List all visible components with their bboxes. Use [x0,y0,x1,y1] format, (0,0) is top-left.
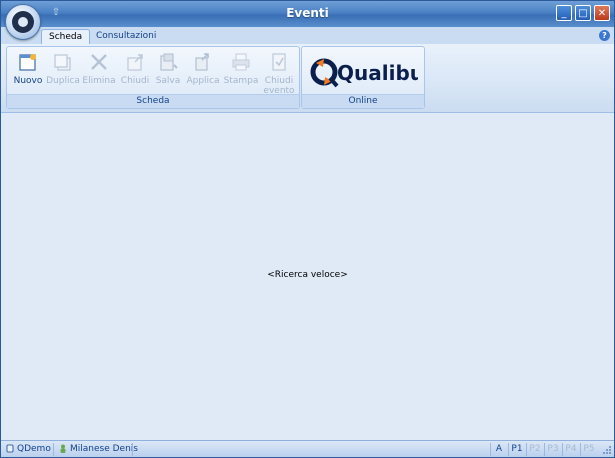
save-button[interactable]: Salva [150,51,186,86]
online-group-label: Online [302,94,424,108]
maximize-button[interactable]: □ [575,5,591,21]
indicator-a[interactable]: A [490,443,507,456]
close-event-icon [272,53,286,71]
apply-button[interactable]: Applica [185,51,221,86]
window-title: Eventi [286,6,329,20]
scheda-group: Nuovo Duplica Elimina Chiudi Salva Appli… [6,46,300,109]
duplicate-button[interactable]: Duplica [45,51,81,86]
close-record-button-label: Chiudi [120,76,150,86]
status-separator [53,443,54,456]
indicator-p1[interactable]: P1 [508,443,525,456]
company-status-item[interactable]: QDemo [6,443,51,456]
user-icon [60,444,66,453]
close-event-button-label: Chiudi evento [261,76,297,96]
apply-button-label: Applica [186,76,220,86]
new-document-icon [19,54,36,71]
ribbon-tab-strip: Scheda Consultazioni ? [1,27,614,44]
close-record-button[interactable]: Chiudi [117,51,153,86]
database-icon [6,444,14,453]
close-event-button[interactable]: Chiudi evento [261,51,297,96]
indicator-p4[interactable]: P4 [562,443,579,456]
qualibus-logo[interactable]: Qualibus [310,57,418,89]
tab-consultazioni[interactable]: Consultazioni [89,29,163,44]
ribbon: Nuovo Duplica Elimina Chiudi Salva Appli… [1,44,614,113]
indicator-p5[interactable]: P5 [580,443,597,456]
indicator-p3[interactable]: P3 [544,443,561,456]
save-button-label: Salva [155,76,181,86]
apply-icon [195,53,209,71]
help-icon[interactable]: ? [599,30,610,41]
minimize-button[interactable]: _ [556,5,572,21]
close-event-label-line1: Chiudi [264,76,294,86]
printer-icon [232,53,250,71]
new-button-label: Nuovo [13,76,43,86]
user-status-item[interactable]: Milanese Denis [59,443,138,456]
new-button[interactable]: Nuovo [10,51,46,86]
print-button-label: Stampa [223,76,259,86]
tab-scheda[interactable]: Scheda [41,29,91,44]
main-content-area[interactable]: <Ricerca veloce> [1,113,614,439]
app-logo-icon [12,11,34,33]
status-separator [132,443,133,456]
company-name: QDemo [17,444,51,454]
status-bar: QDemo Milanese Denis A P1 P2 P3 P4 P5 [1,440,614,457]
application-window: ⇧ Eventi _ □ ✕ Scheda Consultazioni ? Nu… [0,0,615,458]
quick-search-placeholder[interactable]: <Ricerca veloce> [1,270,614,280]
save-icon [160,53,178,71]
close-button[interactable]: ✕ [594,5,610,21]
logo-wordmark: Qualibus [337,61,418,85]
online-group: Qualibus Online [301,46,425,109]
duplicate-icon [54,54,71,71]
print-button[interactable]: Stampa [223,51,259,86]
scheda-group-label: Scheda [7,94,299,108]
indicator-p2[interactable]: P2 [526,443,543,456]
delete-button[interactable]: Elimina [81,51,117,86]
user-name: Milanese Denis [70,444,138,454]
resize-grip-icon[interactable] [602,445,612,455]
title-bar[interactable]: ⇧ Eventi _ □ ✕ [1,1,614,27]
close-folder-icon [127,54,143,71]
app-menu-button[interactable] [5,4,41,40]
duplicate-button-label: Duplica [46,76,80,86]
delete-x-icon [91,54,107,70]
delete-button-label: Elimina [82,76,116,86]
